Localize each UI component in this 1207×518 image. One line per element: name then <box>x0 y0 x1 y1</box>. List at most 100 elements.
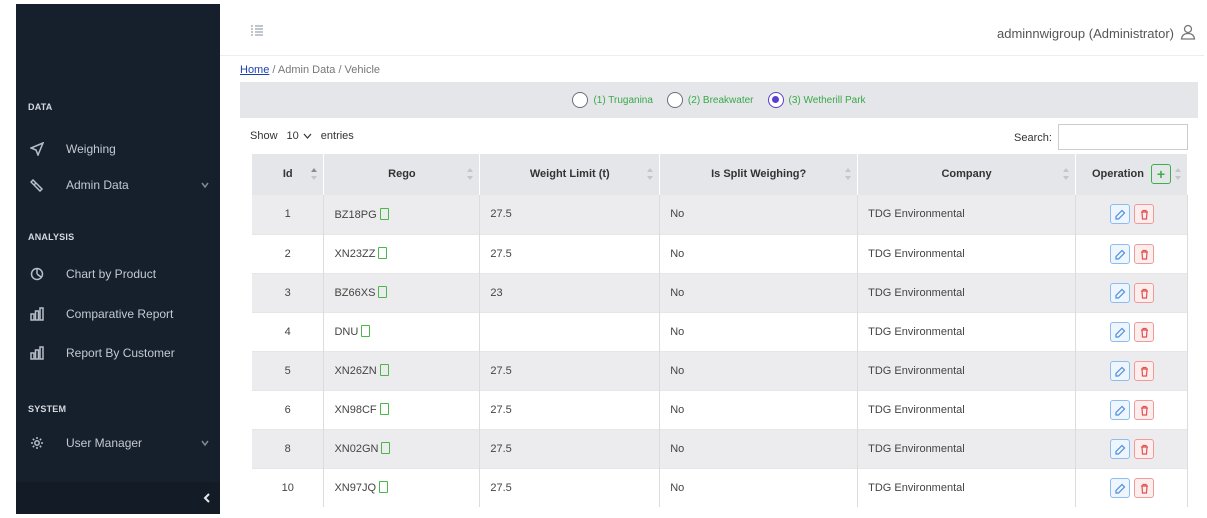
delete-button[interactable] <box>1133 399 1154 420</box>
copy-icon[interactable] <box>379 207 389 220</box>
delete-button[interactable] <box>1133 477 1154 498</box>
edit-button[interactable] <box>1109 204 1130 224</box>
cell-company: TDG Environmental <box>857 428 1076 468</box>
topbar: adminnwigroup (Administrator) <box>220 4 1204 56</box>
site-radio-wetherill-park[interactable]: (3) Wetherill Park <box>767 92 866 108</box>
breadcrumb: Home / Admin Data / Vehicle <box>240 64 380 76</box>
chevron-down-icon <box>200 179 210 189</box>
page-size-select[interactable]: 10 <box>282 128 317 144</box>
trash-icon <box>1140 444 1148 455</box>
sidebar-item-label: User Manager <box>66 436 143 450</box>
cell-split-weighing: No <box>659 350 859 390</box>
sort-icon <box>1063 168 1069 180</box>
pie-chart-icon <box>30 267 44 281</box>
cell-company: TDG Environmental <box>857 272 1076 312</box>
edit-icon <box>1114 288 1125 299</box>
sidebar-item-admin-data[interactable]: Admin Data <box>16 170 220 200</box>
copy-icon[interactable] <box>379 403 389 415</box>
add-vehicle-button[interactable]: + <box>1151 163 1171 184</box>
sidebar-section-system: SYSTEM <box>28 404 67 414</box>
copy-icon[interactable] <box>378 247 388 259</box>
cell-company: TDG Environmental <box>857 350 1076 390</box>
table-row: 3 BZ66XS 23 No TDG Environmental <box>252 272 1188 312</box>
trash-icon <box>1140 483 1148 494</box>
edit-icon <box>1114 444 1125 455</box>
cell-company: TDG Environmental <box>857 233 1076 273</box>
cell-weight-limit: 27.5 <box>479 389 661 429</box>
copy-icon[interactable] <box>379 481 389 494</box>
user-name[interactable]: adminnwigroup (Administrator) <box>997 26 1174 41</box>
search-label: Search: <box>1014 132 1052 144</box>
cell-rego: XN02GN <box>323 428 481 468</box>
sidebar-item-chart-by-product[interactable]: Chart by Product <box>16 259 220 289</box>
column-header-split-weighing[interactable]: Is Split Weighing? <box>659 154 859 194</box>
site-radio-breakwater[interactable]: (2) Breakwater <box>666 92 754 108</box>
cell-weight-limit: 27.5 <box>479 467 661 507</box>
column-header-rego[interactable]: Rego <box>323 154 481 194</box>
radio-circle[interactable] <box>572 92 589 108</box>
delete-button[interactable] <box>1133 204 1154 224</box>
edit-button[interactable] <box>1109 399 1130 420</box>
edit-button[interactable] <box>1109 282 1130 303</box>
copy-icon[interactable] <box>361 325 371 337</box>
copy-icon[interactable] <box>379 364 389 376</box>
edit-button[interactable] <box>1109 438 1130 459</box>
table-row: 4 DNU No TDG Environmental <box>252 311 1188 351</box>
copy-icon[interactable] <box>381 442 391 454</box>
edit-button[interactable] <box>1109 360 1130 381</box>
radio-circle[interactable] <box>767 92 784 108</box>
cell-split-weighing: No <box>659 233 859 273</box>
search-input[interactable] <box>1058 124 1188 150</box>
cell-split-weighing: No <box>659 272 859 312</box>
sidebar-item-comparative-report[interactable]: Comparative Report <box>16 299 220 329</box>
rego-text: XN26ZN <box>334 365 377 377</box>
cell-rego: XN26ZN <box>323 350 481 390</box>
cell-rego: XN98CF <box>323 389 481 429</box>
delete-button[interactable] <box>1133 243 1154 264</box>
user-icon[interactable] <box>1180 24 1196 40</box>
cell-weight-limit: 23 <box>479 272 661 312</box>
cell-id: 2 <box>252 233 325 273</box>
column-header-company[interactable]: Company <box>857 154 1076 194</box>
cell-rego: DNU <box>323 311 481 351</box>
sidebar: DATA Weighing Admin Data ANALYSIS Chart … <box>16 4 220 514</box>
bar-chart-icon <box>30 346 44 360</box>
rego-text: XN23ZZ <box>334 248 376 260</box>
vehicle-table: Id Rego Weight Limit (t) Is Split Weighi… <box>252 154 1188 507</box>
trash-icon <box>1140 249 1148 260</box>
sidebar-section-analysis: ANALYSIS <box>28 232 75 242</box>
edit-button[interactable] <box>1109 243 1130 264</box>
rego-text: XN98CF <box>334 404 377 416</box>
delete-button[interactable] <box>1133 282 1154 303</box>
breadcrumb-home-link[interactable]: Home <box>240 64 269 76</box>
sidebar-collapse-button[interactable] <box>16 482 220 514</box>
sort-icon <box>467 168 474 180</box>
column-header-id[interactable]: Id <box>252 154 325 194</box>
cell-rego: XN23ZZ <box>323 233 481 273</box>
site-radio-truganina[interactable]: (1) Truganina <box>572 92 653 108</box>
cell-id: 4 <box>252 311 325 351</box>
radio-circle[interactable] <box>666 92 683 108</box>
cell-split-weighing: No <box>659 193 859 234</box>
cell-company: TDG Environmental <box>857 311 1076 351</box>
sidebar-item-report-by-customer[interactable]: Report By Customer <box>16 338 220 368</box>
column-header-operation: Operation + <box>1075 154 1188 194</box>
show-label: Show <box>250 130 278 142</box>
delete-button[interactable] <box>1133 321 1154 342</box>
edit-button[interactable] <box>1109 477 1130 498</box>
site-label: (2) Breakwater <box>687 94 754 106</box>
site-selector: (1) Truganina (2) Breakwater (3) Wetheri… <box>240 82 1198 118</box>
send-icon <box>30 142 44 156</box>
sidebar-item-user-manager[interactable]: User Manager <box>16 428 220 458</box>
delete-button[interactable] <box>1133 360 1154 381</box>
cell-weight-limit: 27.5 <box>479 350 661 390</box>
edit-icon <box>1114 209 1125 220</box>
column-header-weight-limit[interactable]: Weight Limit (t) <box>479 154 661 194</box>
copy-icon[interactable] <box>378 286 388 298</box>
menu-toggle-icon[interactable] <box>250 24 264 38</box>
edit-button[interactable] <box>1109 321 1130 342</box>
entries-label: entries <box>320 130 354 142</box>
sidebar-item-weighing[interactable]: Weighing <box>16 134 220 164</box>
delete-button[interactable] <box>1133 438 1154 459</box>
rego-text: XN02GN <box>334 443 379 455</box>
